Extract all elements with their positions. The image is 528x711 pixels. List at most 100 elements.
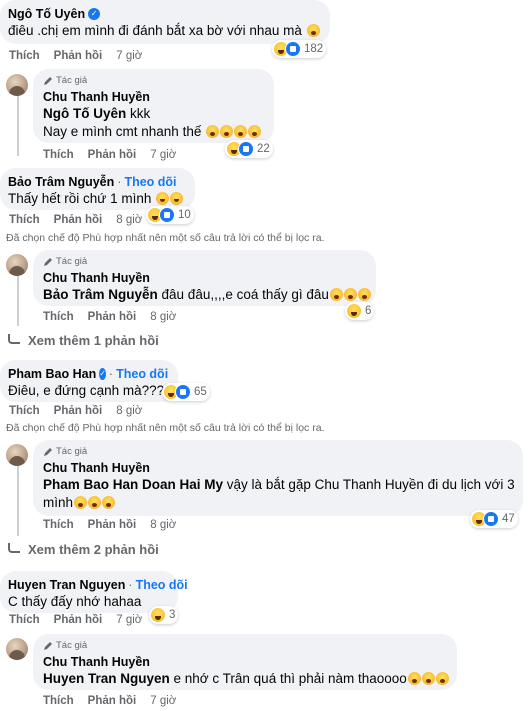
comment-time[interactable]: 7 giờ [150, 695, 176, 707]
grinning-emoji-icon [170, 192, 184, 205]
comment-text: điêu .chị em mình đi đánh bắt xa bờ với … [8, 23, 302, 38]
comment-actions: Thích Phản hồi 8 giờ [9, 405, 142, 417]
pencil-icon [44, 448, 52, 456]
comment-author[interactable]: Chu Thanh Huyền [43, 270, 150, 286]
comment-author[interactable]: Ngô Tố Uyên [8, 6, 85, 22]
like-button[interactable]: Thích [43, 695, 74, 707]
thread-line [17, 96, 19, 156]
reply-button[interactable]: Phản hồi [54, 614, 103, 626]
comment-bubble: Tác giả Chu Thanh Huyền Bảo Trâm Nguyễn … [33, 250, 376, 306]
comment-author[interactable]: Bảo Trâm Nguyễn [8, 174, 114, 190]
verified-icon: ✓ [99, 368, 106, 380]
like-button[interactable]: Thích [43, 149, 74, 161]
reaction-summary[interactable]: 182 [272, 40, 327, 58]
flushed-emoji-icon [421, 672, 435, 685]
comment-actions: Thích Phản hồi 7 giờ [9, 50, 142, 62]
comment-time[interactable]: 8 giờ [116, 214, 142, 226]
flushed-emoji-icon [357, 288, 371, 301]
like-button[interactable]: Thích [43, 519, 74, 531]
like-reaction-icon [159, 207, 175, 223]
comment-time[interactable]: 8 giờ [150, 311, 176, 323]
reply-button[interactable]: Phản hồi [54, 405, 103, 417]
avatar[interactable] [6, 638, 28, 660]
reaction-count: 10 [178, 209, 191, 221]
reply-button[interactable]: Phản hồi [88, 519, 137, 531]
follow-button[interactable]: Theo dõi [124, 174, 176, 190]
comment-author[interactable]: Chu Thanh Huyền [43, 654, 150, 670]
comment-author[interactable]: Pham Bao Han [8, 366, 96, 382]
haha-icon [150, 607, 166, 623]
like-reaction-icon [285, 41, 301, 57]
follow-button[interactable]: Theo dõi [116, 366, 168, 382]
reaction-count: 3 [169, 609, 176, 621]
avatar[interactable] [6, 254, 28, 276]
mention-tag[interactable]: Bảo Trâm Nguyễn [43, 287, 158, 302]
comment-text: vậy là bắt gặp Chu Thanh Huyền đi du lịc… [223, 477, 515, 492]
mention-tag[interactable]: Huyen Tran Nguyen [43, 671, 170, 686]
like-reaction-icon [238, 141, 254, 157]
flushed-emoji-icon [74, 496, 88, 509]
reply-button[interactable]: Phản hồi [54, 214, 103, 226]
view-more-replies[interactable]: Xem thêm 1 phản hồi [8, 333, 159, 348]
reply-arrow-icon [8, 333, 20, 344]
mention-tag[interactable]: Ngô Tố Uyên [43, 106, 126, 121]
comment-time[interactable]: 7 giờ [150, 149, 176, 161]
reply-button[interactable]: Phản hồi [54, 50, 103, 62]
comment-text: Nay e mình cmt nhanh thế [43, 124, 202, 139]
reaction-count: 182 [304, 43, 324, 55]
reaction-count: 22 [257, 143, 270, 155]
reaction-summary[interactable]: 6 [345, 302, 375, 320]
like-button[interactable]: Thích [9, 405, 40, 417]
comment-time[interactable]: 8 giờ [150, 519, 176, 531]
comment-author[interactable]: Chu Thanh Huyền [43, 89, 150, 105]
comment-author[interactable]: Huyen Tran Nguyen [8, 577, 125, 593]
comment-bubble: Tác giả Chu Thanh Huyền Pham Bao Han Doa… [33, 440, 523, 516]
comment-actions: Thích Phản hồi 8 giờ [9, 214, 142, 226]
like-reaction-icon [483, 511, 499, 527]
mention-tag[interactable]: Pham Bao Han Doan Hai My [43, 477, 223, 492]
flushed-emoji-icon [220, 125, 234, 138]
reaction-summary[interactable]: 22 [225, 140, 273, 158]
flushed-emoji-icon [206, 125, 220, 138]
like-button[interactable]: Thích [43, 311, 74, 323]
comment-text: kkk [126, 106, 151, 121]
thread-line [17, 466, 19, 536]
like-button[interactable]: Thích [9, 614, 40, 626]
comment-bubble: Huyen Tran Nguyen · Theo dõi C thấy đấy … [0, 571, 188, 613]
like-button[interactable]: Thích [9, 214, 40, 226]
reaction-summary[interactable]: 47 [470, 510, 518, 528]
comment-actions: Thích Phản hồi 7 giờ [43, 695, 176, 707]
flushed-emoji-icon [329, 288, 343, 301]
verified-icon: ✓ [88, 8, 101, 20]
comment-bubble: Pham Bao Han ✓ · Theo dõi Điêu, e đứng c… [0, 360, 178, 402]
avatar[interactable] [6, 444, 28, 466]
comment-time[interactable]: 8 giờ [116, 405, 142, 417]
reaction-summary[interactable]: 10 [146, 206, 194, 224]
comment-author[interactable]: Chu Thanh Huyền [43, 460, 150, 476]
comment-actions: Thích Phản hồi 8 giờ [43, 519, 176, 531]
pencil-icon [44, 258, 52, 266]
avatar[interactable] [6, 74, 28, 96]
follow-button[interactable]: Theo dõi [136, 577, 188, 593]
reaction-summary[interactable]: 3 [149, 606, 179, 624]
reply-button[interactable]: Phản hồi [88, 149, 137, 161]
reply-button[interactable]: Phản hồi [88, 311, 137, 323]
author-badge: Tác giả [43, 640, 445, 652]
comment-time[interactable]: 7 giờ [116, 614, 142, 626]
filter-notice: Đã chọn chế độ Phù hợp nhất nên một số c… [6, 232, 325, 244]
filter-notice: Đã chọn chế độ Phù hợp nhất nên một số c… [6, 422, 325, 434]
reaction-summary[interactable]: 65 [162, 383, 210, 401]
pencil-icon [44, 77, 52, 85]
comment-text: Thấy hết rồi chứ 1 mình [8, 191, 152, 206]
comment-bubble: Tác giả Chu Thanh Huyền Ngô Tố Uyên kkk … [33, 69, 274, 143]
flushed-emoji-icon [343, 288, 357, 301]
reply-button[interactable]: Phản hồi [88, 695, 137, 707]
like-button[interactable]: Thích [9, 50, 40, 62]
reaction-count: 47 [502, 513, 515, 525]
comment-actions: Thích Phản hồi 8 giờ [43, 311, 176, 323]
view-more-replies[interactable]: Xem thêm 2 phản hồi [8, 542, 159, 557]
flushed-emoji-icon [234, 125, 248, 138]
flushed-emoji-icon [407, 672, 421, 685]
comment-bubble: Ngô Tố Uyên ✓ điêu .chị em mình đi đánh … [0, 0, 330, 44]
comment-time[interactable]: 7 giờ [116, 50, 142, 62]
